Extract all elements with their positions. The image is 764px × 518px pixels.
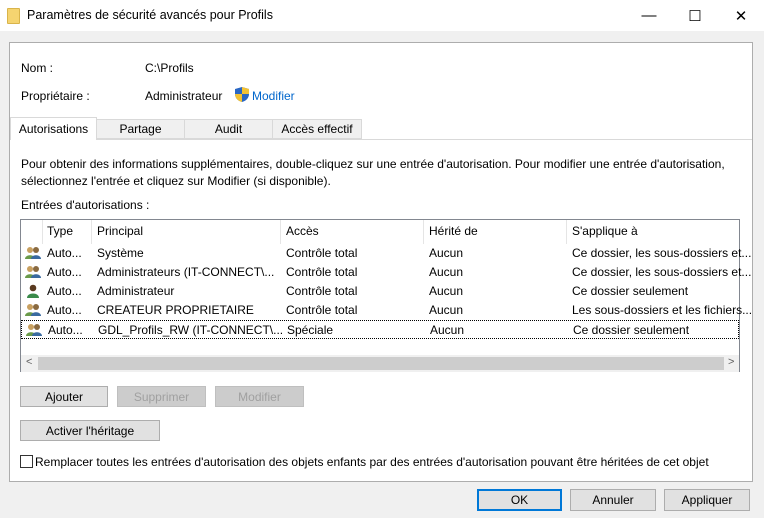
- entry-type: Auto...: [47, 284, 82, 298]
- scroll-left-icon[interactable]: <: [26, 356, 32, 368]
- permission-entry-row[interactable]: Auto... CREATEUR PROPRIETAIRE Contrôle tot…: [21, 301, 752, 320]
- replace-child-entries-checkbox[interactable]: [20, 455, 33, 468]
- apply-button[interactable]: Appliquer: [664, 489, 750, 511]
- entry-inherited: Aucun: [429, 246, 464, 260]
- entry-inherited: Aucun: [429, 303, 464, 317]
- entry-inherited: Aucun: [429, 284, 464, 298]
- permission-entries-list[interactable]: Type Principal Accès Hérité de S'appliqu…: [20, 219, 752, 372]
- permission-entry-row[interactable]: Auto... Administrateur Contrôle total Aucun…: [21, 282, 739, 301]
- permission-entry-row[interactable]: Auto... Système Contrôle total Aucun Ce doss…: [21, 244, 751, 263]
- entry-applies: Ce dossier, les sous-dossiers et...: [572, 265, 752, 279]
- entry-type: Auto...: [47, 265, 82, 279]
- entry-applies: Les sous-dossiers et les fichiers...: [572, 303, 753, 317]
- owner-value: Administrateur: [145, 89, 223, 103]
- horizontal-scrollbar[interactable]: < >: [21, 355, 739, 372]
- entry-applies: Ce dossier seulement: [573, 323, 690, 337]
- ok-button[interactable]: OK: [477, 489, 562, 511]
- entry-type: Auto...: [47, 303, 82, 317]
- entry-access: Spéciale: [287, 323, 334, 337]
- entry-access: Contrôle total: [286, 246, 358, 260]
- group-icon: [25, 266, 41, 278]
- folder-icon: [7, 8, 20, 24]
- entry-principal: GDL_Profils_RW (IT-CONNECT\...: [98, 323, 284, 337]
- tab-divider: [96, 139, 752, 140]
- user-icon: [27, 284, 39, 298]
- maximize-button[interactable]: ☐: [672, 0, 718, 31]
- scrollbar-thumb[interactable]: [38, 357, 724, 370]
- scroll-right-icon[interactable]: >: [728, 356, 734, 368]
- group-icon: [25, 304, 41, 316]
- group-icon: [25, 247, 41, 259]
- title-bar: Paramètres de sécurité avancés pour Prof…: [0, 0, 764, 31]
- owner-label: Propriétaire :: [21, 89, 90, 103]
- tab-autorisations[interactable]: Autorisations: [10, 117, 97, 140]
- entry-type: Auto...: [48, 323, 83, 337]
- entry-access: Contrôle total: [286, 265, 358, 279]
- entry-access: Contrôle total: [286, 303, 358, 317]
- column-header-inherited[interactable]: Hérité de: [429, 224, 478, 238]
- name-label: Nom :: [21, 61, 54, 75]
- permission-entry-row[interactable]: Auto... Administrateurs (IT-CONNECT\... Co…: [21, 263, 751, 282]
- minimize-button[interactable]: —: [626, 0, 672, 31]
- uac-shield-icon: [235, 87, 249, 102]
- add-button[interactable]: Ajouter: [20, 386, 108, 407]
- name-value: C:\Profils: [145, 61, 194, 75]
- close-button[interactable]: ✕: [718, 0, 764, 31]
- entry-access: Contrôle total: [286, 284, 358, 298]
- description-text: Pour obtenir des informations supplément…: [21, 157, 725, 188]
- entry-inherited: Aucun: [429, 265, 464, 279]
- entries-label: Entrées d'autorisations :: [21, 198, 150, 212]
- tab-acces-effectif[interactable]: Accès effectif: [272, 119, 362, 139]
- window-title: Paramètres de sécurité avancés pour Prof…: [27, 8, 273, 22]
- column-header-principal[interactable]: Principal: [97, 224, 143, 238]
- column-header-type[interactable]: Type: [47, 224, 73, 238]
- entry-principal: Système: [97, 246, 144, 260]
- group-icon: [26, 324, 42, 336]
- cancel-button[interactable]: Annuler: [570, 489, 656, 511]
- enable-inheritance-button[interactable]: Activer l'héritage: [20, 420, 160, 441]
- column-header-applies[interactable]: S'applique à: [572, 224, 638, 238]
- entry-principal: CREATEUR PROPRIETAIRE: [97, 303, 254, 317]
- entry-applies: Ce dossier seulement: [572, 284, 689, 298]
- column-header-access[interactable]: Accès: [286, 224, 319, 238]
- entry-principal: Administrateur: [97, 284, 175, 298]
- entry-type: Auto...: [47, 246, 82, 260]
- permission-entry-row[interactable]: Auto... GDL_Profils_RW (IT-CONNECT\... Spé…: [21, 320, 739, 339]
- entry-inherited: Aucun: [430, 323, 465, 337]
- remove-button[interactable]: Supprimer: [117, 386, 206, 407]
- change-owner-link[interactable]: Modifier: [252, 89, 295, 103]
- entry-applies: Ce dossier, les sous-dossiers et...: [572, 246, 752, 260]
- entry-principal: Administrateurs (IT-CONNECT\...: [97, 265, 275, 279]
- tab-audit[interactable]: Audit: [184, 119, 273, 139]
- replace-child-entries-label[interactable]: Remplacer toutes les entrées d'autorisat…: [35, 455, 709, 469]
- edit-button[interactable]: Modifier: [215, 386, 304, 407]
- tab-partage[interactable]: Partage: [96, 119, 185, 139]
